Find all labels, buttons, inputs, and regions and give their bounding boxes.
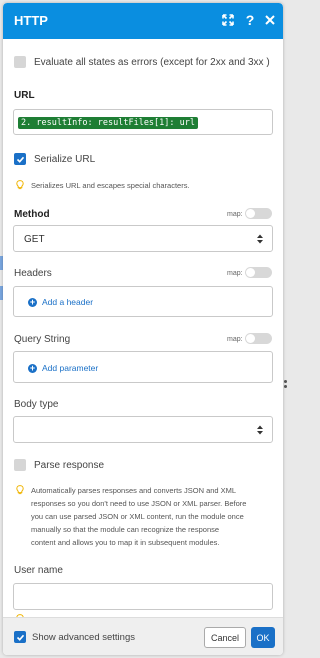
toggle-knob: [246, 209, 255, 218]
evaluate-errors-row[interactable]: Evaluate all states as errors (except fo…: [14, 56, 270, 68]
panel-title: HTTP: [14, 13, 48, 28]
method-selected-value: GET: [24, 234, 45, 245]
url-mapped-value-pill[interactable]: 2. resultInfo: resultFiles[1]: url: [18, 117, 198, 129]
add-header-button[interactable]: + Add a header: [28, 297, 93, 307]
hint-line: Automatically parses responses and conve…: [31, 486, 237, 495]
url-label: URL: [14, 90, 35, 101]
show-advanced-label: Show advanced settings: [32, 631, 135, 643]
ok-button[interactable]: OK: [251, 627, 275, 648]
method-map-label: map:: [227, 211, 243, 218]
hint-line: you can use parsed JSON or XML content, …: [31, 512, 244, 521]
evaluate-errors-label: Evaluate all states as errors (except fo…: [34, 56, 270, 68]
parse-response-hint-text: Automatically parses responses and conve…: [31, 484, 246, 549]
headers-map-label: map:: [227, 270, 243, 277]
select-updown-icon: [257, 425, 263, 435]
body-type-label: Body type: [14, 399, 59, 410]
query-string-map-label: map:: [227, 336, 243, 343]
resize-grip-dot[interactable]: [284, 380, 287, 383]
parse-response-row[interactable]: Parse response: [14, 459, 104, 471]
body-type-select[interactable]: [13, 416, 273, 443]
select-updown-icon: [257, 234, 263, 244]
toggle-knob: [246, 268, 255, 277]
close-icon[interactable]: [261, 11, 279, 29]
hint-line: manually so that the module can recogniz…: [31, 525, 220, 534]
parse-response-label: Parse response: [34, 459, 105, 471]
headers-box: + Add a header: [13, 286, 273, 317]
hint-line: content and allows you to map it in subs…: [31, 538, 220, 547]
show-advanced-checkbox[interactable]: [14, 631, 26, 643]
user-name-label: User name: [14, 565, 63, 576]
evaluate-errors-checkbox[interactable]: [14, 56, 26, 68]
add-parameter-label: Add parameter: [42, 363, 99, 373]
user-name-input[interactable]: [13, 583, 273, 610]
add-header-label: Add a header: [42, 297, 94, 307]
query-string-map-toggle[interactable]: [245, 333, 272, 344]
panel-footer: Show advanced settings Cancel OK: [3, 617, 283, 655]
query-string-box: + Add parameter: [13, 351, 273, 383]
method-select[interactable]: GET: [13, 225, 273, 252]
headers-label: Headers: [14, 268, 52, 279]
expand-icon[interactable]: [219, 11, 237, 29]
toggle-knob: [246, 334, 255, 343]
cancel-button[interactable]: Cancel: [204, 627, 246, 648]
plus-icon: +: [28, 362, 37, 373]
hint-line: responses so you don't need to use JSON …: [31, 499, 247, 508]
serialize-url-hint-text: Serializes URL and escapes special chara…: [31, 181, 190, 190]
method-label: Method: [14, 209, 50, 220]
serialize-url-hint: Serializes URL and escapes special chara…: [16, 179, 190, 192]
serialize-url-row[interactable]: Serialize URL: [14, 153, 95, 165]
panel-header: HTTP ?: [3, 3, 283, 39]
http-module-panel: HTTP ? Evaluate all states as errors (ex…: [3, 3, 283, 655]
lightbulb-icon: [16, 485, 24, 495]
serialize-url-checkbox[interactable]: [14, 153, 26, 165]
query-string-label: Query String: [14, 334, 71, 345]
show-advanced-row[interactable]: Show advanced settings: [14, 631, 135, 643]
plus-icon: +: [28, 296, 37, 307]
panel-content: Evaluate all states as errors (except fo…: [3, 39, 283, 617]
headers-map-toggle[interactable]: [245, 267, 272, 278]
resize-grip-dot[interactable]: [284, 385, 287, 388]
url-field[interactable]: 2. resultInfo: resultFiles[1]: url: [13, 109, 273, 135]
lightbulb-icon: [16, 180, 24, 190]
parse-response-checkbox[interactable]: [14, 459, 26, 471]
method-map-toggle[interactable]: [245, 208, 272, 219]
serialize-url-label: Serialize URL: [34, 153, 96, 165]
add-parameter-button[interactable]: + Add parameter: [28, 363, 98, 373]
help-icon[interactable]: ?: [241, 11, 259, 29]
parse-response-hint: Automatically parses responses and conve…: [16, 484, 246, 549]
